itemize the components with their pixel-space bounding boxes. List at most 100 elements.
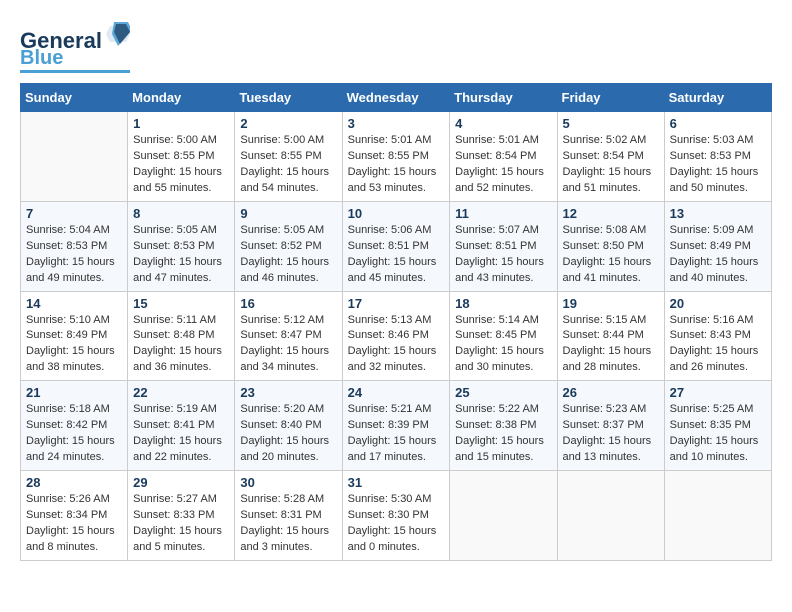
calendar-week-row: 21 Sunrise: 5:18 AMSunset: 8:42 PMDayligh…	[21, 381, 772, 471]
page-header: General Blue	[20, 20, 772, 73]
day-number: 31	[348, 475, 445, 490]
calendar-cell: 19Sunrise: 5:15 AMSunset: 8:44 PMDayligh…	[557, 291, 664, 381]
calendar-cell: 12Sunrise: 5:08 AMSunset: 8:50 PMDayligh…	[557, 201, 664, 291]
calendar-cell: 3 Sunrise: 5:01 AMSunset: 8:55 PMDaylight…	[342, 112, 450, 202]
calendar-cell: 27Sunrise: 5:25 AMSunset: 8:35 PMDayligh…	[664, 381, 771, 471]
day-number: 19	[563, 296, 659, 311]
day-info: Sunrise: 5:30 AMSunset: 8:30 PMDaylight:…	[348, 492, 445, 556]
calendar-cell: 5 Sunrise: 5:02 AMSunset: 8:54 PMDaylight…	[557, 112, 664, 202]
calendar-cell: 14 Sunrise: 5:10 AMSunset: 8:49 PMDayligh…	[21, 291, 128, 381]
calendar-cell: 24 Sunrise: 5:21 AMSunset: 8:39 PMDayligh…	[342, 381, 450, 471]
day-info: Sunrise: 5:14 AMSunset: 8:45 PMDaylight:…	[455, 313, 551, 377]
calendar-cell: 26 Sunrise: 5:23 AMSunset: 8:37 PMDayligh…	[557, 381, 664, 471]
calendar-cell: 28 Sunrise: 5:26 AMSunset: 8:34 PMDayligh…	[21, 471, 128, 561]
calendar-cell: 9Sunrise: 5:05 AMSunset: 8:52 PMDaylight…	[235, 201, 342, 291]
calendar-week-row: 28 Sunrise: 5:26 AMSunset: 8:34 PMDayligh…	[21, 471, 772, 561]
calendar-week-row: 7 Sunrise: 5:04 AMSunset: 8:53 PMDaylight…	[21, 201, 772, 291]
day-info: Sunrise: 5:20 AMSunset: 8:40 PMDaylight:…	[240, 402, 336, 466]
column-header-thursday: Thursday	[450, 84, 557, 112]
day-info: Sunrise: 5:09 AMSunset: 8:49 PMDaylight:…	[670, 223, 766, 287]
day-info: Sunrise: 5:05 AMSunset: 8:52 PMDaylight:…	[240, 223, 336, 287]
day-info: Sunrise: 5:23 AMSunset: 8:37 PMDaylight:…	[563, 402, 659, 466]
calendar-week-row: 1Sunrise: 5:00 AMSunset: 8:55 PMDaylight…	[21, 112, 772, 202]
calendar-cell: 10 Sunrise: 5:06 AMSunset: 8:51 PMDayligh…	[342, 201, 450, 291]
day-info: Sunrise: 5:04 AMSunset: 8:53 PMDaylight:…	[26, 223, 122, 287]
day-number: 6	[670, 116, 766, 131]
day-number: 20	[670, 296, 766, 311]
column-header-wednesday: Wednesday	[342, 84, 450, 112]
day-number: 27	[670, 385, 766, 400]
day-info: Sunrise: 5:05 AMSunset: 8:53 PMDaylight:…	[133, 223, 229, 287]
day-info: Sunrise: 5:11 AMSunset: 8:48 PMDaylight:…	[133, 313, 229, 377]
day-number: 17	[348, 296, 445, 311]
calendar-cell: 7 Sunrise: 5:04 AMSunset: 8:53 PMDaylight…	[21, 201, 128, 291]
day-number: 4	[455, 116, 551, 131]
calendar-cell: 25Sunrise: 5:22 AMSunset: 8:38 PMDayligh…	[450, 381, 557, 471]
calendar-cell: 15 Sunrise: 5:11 AMSunset: 8:48 PMDayligh…	[128, 291, 235, 381]
calendar-cell: 11Sunrise: 5:07 AMSunset: 8:51 PMDayligh…	[450, 201, 557, 291]
day-number: 28	[26, 475, 122, 490]
day-info: Sunrise: 5:01 AMSunset: 8:55 PMDaylight:…	[348, 133, 445, 197]
day-number: 21	[26, 385, 122, 400]
day-info: Sunrise: 5:03 AMSunset: 8:53 PMDaylight:…	[670, 133, 766, 197]
day-number: 5	[563, 116, 659, 131]
day-number: 10	[348, 206, 445, 221]
calendar-cell: 31 Sunrise: 5:30 AMSunset: 8:30 PMDayligh…	[342, 471, 450, 561]
day-info: Sunrise: 5:10 AMSunset: 8:49 PMDaylight:…	[26, 313, 122, 377]
calendar-cell: 21 Sunrise: 5:18 AMSunset: 8:42 PMDayligh…	[21, 381, 128, 471]
logo-text-blue: Blue	[20, 48, 63, 68]
calendar-cell	[557, 471, 664, 561]
calendar-header-row: SundayMondayTuesdayWednesdayThursdayFrid…	[21, 84, 772, 112]
day-info: Sunrise: 5:26 AMSunset: 8:34 PMDaylight:…	[26, 492, 122, 556]
column-header-sunday: Sunday	[21, 84, 128, 112]
logo-divider	[20, 70, 130, 73]
logo-icon	[106, 20, 130, 48]
calendar-cell: 8 Sunrise: 5:05 AMSunset: 8:53 PMDaylight…	[128, 201, 235, 291]
day-info: Sunrise: 5:12 AMSunset: 8:47 PMDaylight:…	[240, 313, 336, 377]
day-info: Sunrise: 5:18 AMSunset: 8:42 PMDaylight:…	[26, 402, 122, 466]
calendar-cell: 30Sunrise: 5:28 AMSunset: 8:31 PMDayligh…	[235, 471, 342, 561]
day-number: 22	[133, 385, 229, 400]
day-number: 7	[26, 206, 122, 221]
calendar-table: SundayMondayTuesdayWednesdayThursdayFrid…	[20, 83, 772, 561]
calendar-cell: 23Sunrise: 5:20 AMSunset: 8:40 PMDayligh…	[235, 381, 342, 471]
day-number: 24	[348, 385, 445, 400]
calendar-cell: 18 Sunrise: 5:14 AMSunset: 8:45 PMDayligh…	[450, 291, 557, 381]
calendar-cell: 6 Sunrise: 5:03 AMSunset: 8:53 PMDaylight…	[664, 112, 771, 202]
day-number: 18	[455, 296, 551, 311]
column-header-saturday: Saturday	[664, 84, 771, 112]
day-info: Sunrise: 5:27 AMSunset: 8:33 PMDaylight:…	[133, 492, 229, 556]
calendar-cell: 17 Sunrise: 5:13 AMSunset: 8:46 PMDayligh…	[342, 291, 450, 381]
day-number: 8	[133, 206, 229, 221]
day-info: Sunrise: 5:21 AMSunset: 8:39 PMDaylight:…	[348, 402, 445, 466]
column-header-tuesday: Tuesday	[235, 84, 342, 112]
calendar-cell: 20 Sunrise: 5:16 AMSunset: 8:43 PMDayligh…	[664, 291, 771, 381]
day-info: Sunrise: 5:02 AMSunset: 8:54 PMDaylight:…	[563, 133, 659, 197]
day-number: 3	[348, 116, 445, 131]
column-header-monday: Monday	[128, 84, 235, 112]
calendar-cell: 1Sunrise: 5:00 AMSunset: 8:55 PMDaylight…	[128, 112, 235, 202]
column-header-friday: Friday	[557, 84, 664, 112]
calendar-cell	[21, 112, 128, 202]
calendar-cell: 16Sunrise: 5:12 AMSunset: 8:47 PMDayligh…	[235, 291, 342, 381]
logo: General Blue	[20, 20, 130, 73]
day-info: Sunrise: 5:01 AMSunset: 8:54 PMDaylight:…	[455, 133, 551, 197]
calendar-week-row: 14 Sunrise: 5:10 AMSunset: 8:49 PMDayligh…	[21, 291, 772, 381]
day-number: 11	[455, 206, 551, 221]
day-info: Sunrise: 5:13 AMSunset: 8:46 PMDaylight:…	[348, 313, 445, 377]
day-info: Sunrise: 5:06 AMSunset: 8:51 PMDaylight:…	[348, 223, 445, 287]
day-number: 13	[670, 206, 766, 221]
calendar-cell: 22Sunrise: 5:19 AMSunset: 8:41 PMDayligh…	[128, 381, 235, 471]
calendar-cell: 2Sunrise: 5:00 AMSunset: 8:55 PMDaylight…	[235, 112, 342, 202]
day-number: 15	[133, 296, 229, 311]
day-number: 1	[133, 116, 229, 131]
calendar-cell: 4 Sunrise: 5:01 AMSunset: 8:54 PMDaylight…	[450, 112, 557, 202]
day-number: 14	[26, 296, 122, 311]
day-number: 30	[240, 475, 336, 490]
day-number: 2	[240, 116, 336, 131]
day-info: Sunrise: 5:16 AMSunset: 8:43 PMDaylight:…	[670, 313, 766, 377]
day-number: 29	[133, 475, 229, 490]
calendar-cell	[450, 471, 557, 561]
day-number: 12	[563, 206, 659, 221]
day-number: 26	[563, 385, 659, 400]
